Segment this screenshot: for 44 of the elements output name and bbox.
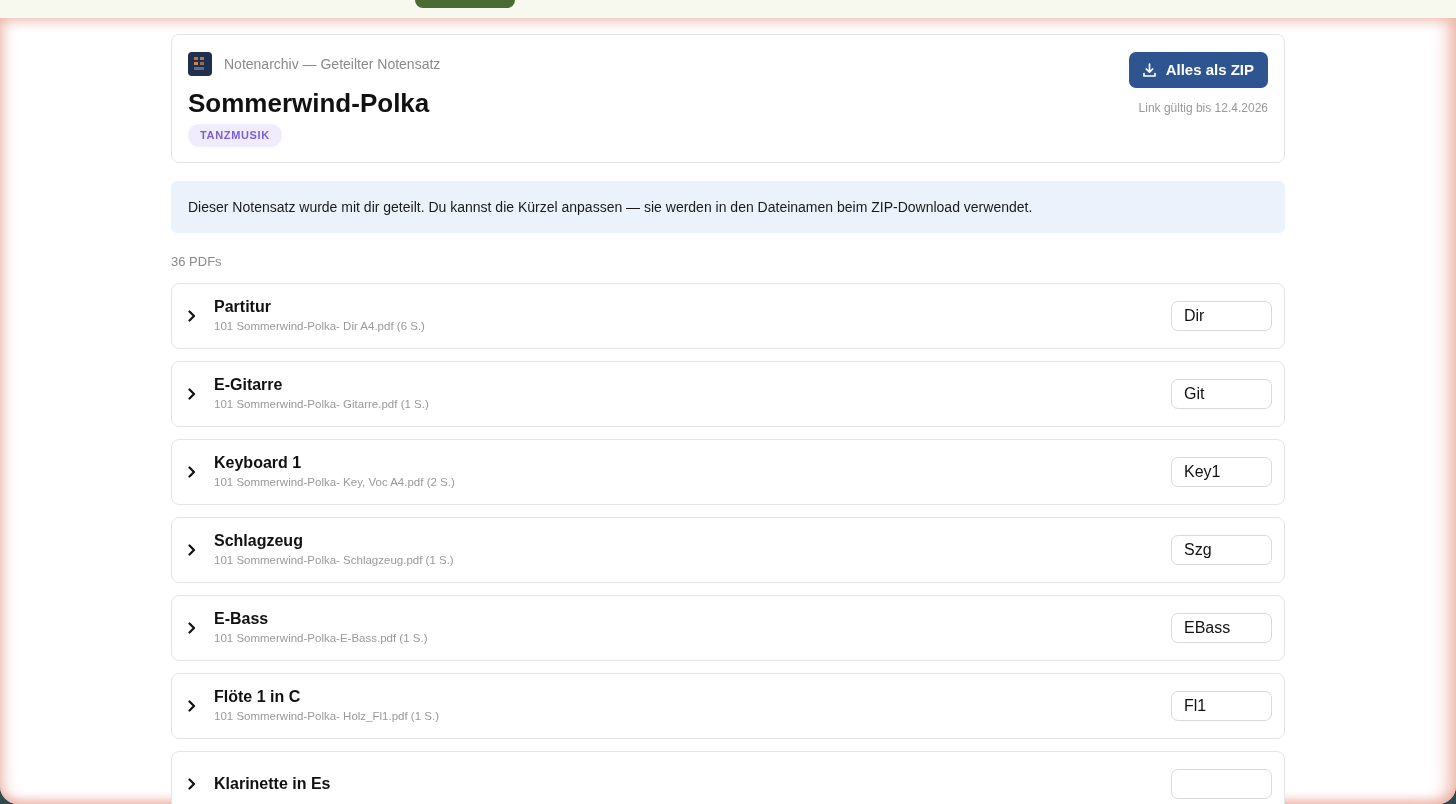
- chevron-icon[interactable]: [188, 699, 196, 712]
- download-icon: [1142, 63, 1156, 77]
- chevron-icon[interactable]: [188, 777, 196, 790]
- download-zip-button[interactable]: Alles als ZIP: [1128, 52, 1268, 88]
- page-title: Sommerwind-Polka: [188, 88, 431, 118]
- notice-text: Dieser Notensatz wurde mit dir geteilt. Du kannst die Kürzel anpassen — sie werden in den Dateinamen beim ZIP-Download verwendet.: [188, 197, 1034, 217]
- file-name: 101 Sommerwind-Polka- Gitarre.pdf (1 S.): [214, 397, 430, 412]
- part-card[interactable]: E-Gitarre 101 Sommerwind-Polka- Gitarre.pdf (1 S.) Git: [171, 360, 1285, 427]
- part-card[interactable]: Partitur 101 Sommerwind-Polka- Dir A4.pdf (6 S.) Dir: [171, 282, 1285, 349]
- chevron-icon[interactable]: [188, 621, 196, 634]
- pill-handle[interactable]: [415, 0, 515, 8]
- chevron-icon[interactable]: [188, 387, 196, 400]
- part-name: Flöte 1 in C: [214, 687, 302, 707]
- part-name: E-Bass: [214, 609, 270, 629]
- genre-tag: TANZMUSIK: [188, 124, 282, 147]
- part-card[interactable]: Klarinette in Es: [171, 750, 1285, 804]
- pdf-count: 36 PDFs: [171, 252, 223, 271]
- file-name: 101 Sommerwind-Polka- Holz_Fl1.pdf (1 S.): [214, 709, 440, 724]
- shortcut-field[interactable]: [1171, 768, 1272, 799]
- file-name: 101 Sommerwind-Polka- Key, Voc A4.pdf (2 S.): [214, 475, 456, 490]
- part-card[interactable]: Flöte 1 in C 101 Sommerwind-Polka- Holz_Fl1.pdf (1 S.) Fl1: [171, 672, 1285, 739]
- shortcut-field[interactable]: Key1: [1171, 456, 1272, 487]
- part-name: Partitur: [214, 297, 272, 317]
- part-name: Keyboard 1: [214, 453, 303, 473]
- part-name: E-Gitarre: [214, 375, 284, 395]
- link-validity: Link gültig bis 12.4.2026: [1138, 100, 1268, 117]
- shortcut-field[interactable]: EBass: [1171, 612, 1272, 643]
- chevron-icon[interactable]: [188, 465, 196, 478]
- file-name: 101 Sommerwind-Polka-E-Bass.pdf (1 S.): [214, 631, 429, 646]
- chevron-icon[interactable]: [188, 543, 196, 556]
- breadcrumb: Notenarchiv — Geteilter Notensatz: [224, 54, 441, 74]
- part-card[interactable]: Schlagzeug 101 Sommerwind-Polka- Schlagzeug.pdf (1 S.) Szg: [171, 516, 1285, 583]
- shortcut-field[interactable]: Git: [1171, 378, 1272, 409]
- shortcut-field[interactable]: Fl1: [1171, 690, 1272, 721]
- file-name: 101 Sommerwind-Polka- Dir A4.pdf (6 S.): [214, 319, 426, 334]
- part-name: Klarinette in Es: [214, 773, 332, 794]
- shortcut-field[interactable]: Szg: [1171, 534, 1272, 565]
- chevron-icon[interactable]: [188, 309, 196, 322]
- part-card[interactable]: E-Bass 101 Sommerwind-Polka-E-Bass.pdf (1 S.) EBass: [171, 594, 1285, 661]
- part-card[interactable]: Keyboard 1 101 Sommerwind-Polka- Key, Voc A4.pdf (2 S.) Key1: [171, 438, 1285, 505]
- part-name: Schlagzeug: [214, 531, 304, 551]
- shortcut-field[interactable]: Dir: [1171, 300, 1272, 331]
- file-name: 101 Sommerwind-Polka- Schlagzeug.pdf (1 S.): [214, 553, 455, 568]
- logo-icon: [188, 52, 212, 76]
